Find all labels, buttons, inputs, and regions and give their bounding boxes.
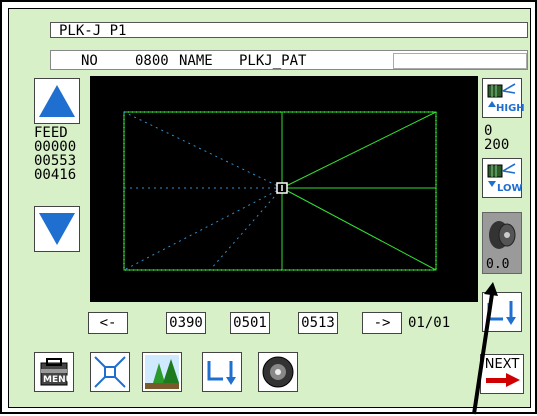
pattern-drawing — [123, 111, 437, 271]
feed-display: FEED 00000 00553 00416 — [34, 126, 76, 182]
tension-dial-icon — [489, 221, 516, 249]
trees-icon — [145, 355, 179, 389]
jump-line — [123, 187, 283, 271]
menu-button[interactable]: MENU — [34, 352, 74, 392]
feed-up-button[interactable] — [34, 78, 80, 124]
pattern-button[interactable] — [142, 352, 182, 392]
page-counter: 01/01 — [408, 315, 451, 331]
toolbox-icon — [40, 358, 68, 386]
pattern-view[interactable] — [90, 76, 478, 302]
thread-tension-panel[interactable]: 0.0 — [482, 212, 522, 274]
menu-label: MENU — [43, 375, 73, 385]
thread-tension-value: 0.0 — [486, 257, 510, 272]
down-arrow-icon — [35, 207, 79, 251]
speed-high-label: HIGH — [496, 103, 525, 114]
bobbin-icon — [262, 356, 294, 388]
stitch-line — [281, 187, 437, 271]
feed-value-2: 00553 — [34, 153, 77, 169]
speed-value-top: 0 — [484, 123, 493, 139]
next-point-button[interactable]: -> — [362, 312, 402, 334]
speed-low-label: LOW — [497, 183, 523, 194]
pointer-arrow-icon — [472, 282, 498, 415]
center-arrows-icon — [94, 356, 126, 388]
feed-label: FEED — [34, 125, 68, 141]
nav-field-3[interactable]: 0513 — [298, 312, 338, 334]
speed-low-button[interactable]: LOW — [482, 158, 523, 198]
info-extra-field — [393, 53, 527, 69]
stitch-line — [281, 111, 437, 189]
no-label: NO — [81, 53, 98, 69]
name-value: PLKJ_PAT — [239, 53, 307, 69]
nav-field-1[interactable]: 0390 — [166, 312, 206, 334]
jump-line — [123, 111, 283, 189]
speed-value-bottom: 200 — [484, 137, 510, 153]
no-value: 0800 — [135, 53, 169, 69]
bobbin-button[interactable] — [258, 352, 298, 392]
stitch-down-icon — [207, 361, 236, 385]
pattern-info-bar: NO 0800 NAME PLKJ_PAT — [50, 50, 528, 70]
feed-value-3: 00416 — [34, 167, 77, 183]
name-label: NAME — [179, 53, 213, 69]
jump-line — [209, 187, 283, 271]
nav-field-2[interactable]: 0501 — [230, 312, 270, 334]
center-button[interactable] — [90, 352, 130, 392]
pattern-title: PLK-J P1 — [50, 22, 528, 39]
up-arrow-icon — [35, 79, 79, 123]
feed-down-button[interactable] — [34, 206, 80, 252]
stitch-down-button[interactable] — [202, 352, 242, 392]
screen-frame: PLK-J P1 NO 0800 NAME PLKJ_PAT FEED 0000… — [0, 0, 537, 415]
feed-value-1: 00000 — [34, 139, 77, 155]
speed-high-button[interactable]: HIGH — [482, 78, 525, 118]
pattern-title-text: PLK-J P1 — [59, 23, 127, 39]
prev-point-button[interactable]: <- — [88, 312, 128, 334]
